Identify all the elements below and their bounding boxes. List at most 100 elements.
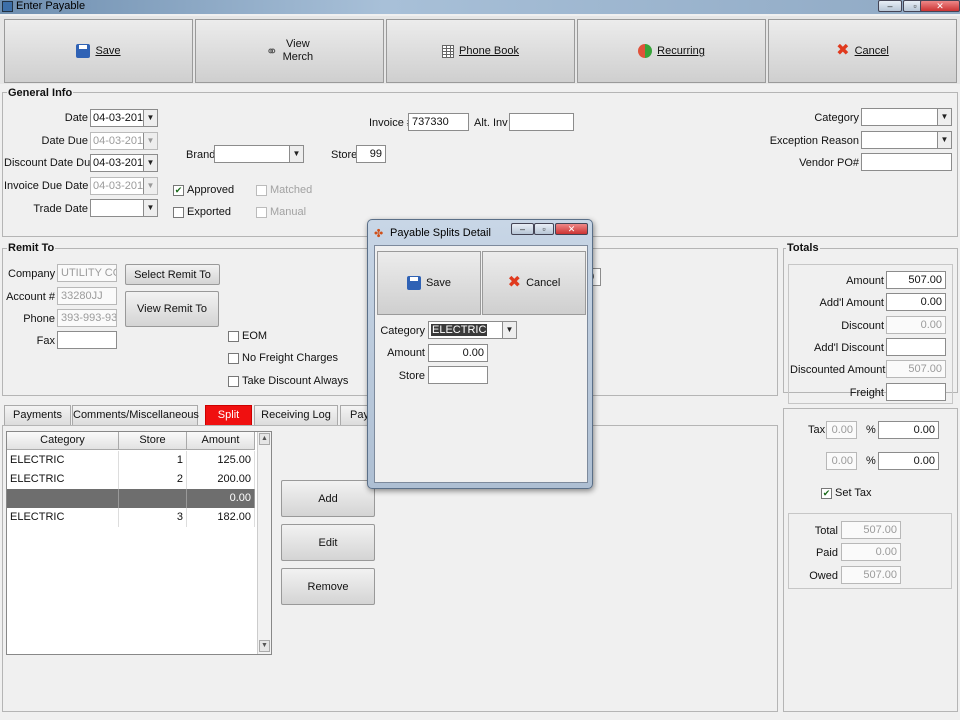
chevron-down-icon[interactable]: ▼ bbox=[289, 146, 303, 162]
store-field[interactable]: 99 bbox=[356, 145, 386, 163]
chevron-down-icon[interactable]: ▼ bbox=[937, 132, 951, 148]
addl-amount-field[interactable]: 0.00 bbox=[886, 293, 946, 311]
total-field[interactable]: 507.00 bbox=[841, 521, 901, 539]
addl-discount-field[interactable] bbox=[886, 338, 946, 356]
eom-checkbox[interactable]: EOM bbox=[228, 330, 267, 342]
fax-label: Fax bbox=[36, 335, 55, 347]
chevron-down-icon[interactable]: ▼ bbox=[143, 133, 157, 149]
chevron-down-icon[interactable]: ▼ bbox=[502, 322, 516, 338]
split-grid[interactable]: Category Store Amount ELECTRIC 1 125.00 … bbox=[6, 431, 272, 655]
total-label: Total bbox=[814, 525, 838, 537]
freight-field[interactable] bbox=[886, 383, 946, 401]
invoice-due-date-picker[interactable]: 04-03-2012 ▼ bbox=[90, 177, 158, 195]
checkbox-box bbox=[256, 206, 267, 218]
company-field[interactable]: UTILITY COM bbox=[57, 264, 117, 282]
vendor-po-field[interactable] bbox=[861, 153, 952, 171]
trade-date-label: Trade Date bbox=[33, 203, 88, 215]
chevron-down-icon[interactable]: ▼ bbox=[143, 110, 157, 126]
chevron-down-icon[interactable]: ▼ bbox=[143, 155, 157, 171]
edit-split-button[interactable]: Edit bbox=[281, 524, 375, 561]
tax-percent-label-1: % bbox=[866, 424, 876, 436]
paid-field[interactable]: 0.00 bbox=[841, 543, 901, 561]
account-label: Account # bbox=[6, 291, 55, 303]
view-merch-label-line1: View bbox=[286, 38, 310, 50]
phone-field[interactable]: 393-993-932 bbox=[57, 309, 117, 327]
phone-book-icon bbox=[442, 44, 455, 58]
addl-amount-label: Add'l Amount bbox=[819, 297, 884, 309]
exported-checkbox[interactable]: Exported bbox=[173, 206, 231, 218]
cancel-button[interactable]: ✖ Cancel bbox=[768, 19, 957, 83]
amount-field[interactable]: 507.00 bbox=[886, 271, 946, 289]
tab-comments-miscellaneous[interactable]: Comments/Miscellaneous bbox=[72, 405, 199, 425]
remit-to-title: Remit To bbox=[7, 242, 56, 254]
discount-field[interactable]: 0.00 bbox=[886, 316, 946, 334]
take-discount-always-checkbox[interactable]: Take Discount Always bbox=[228, 375, 348, 387]
date-due-picker[interactable]: 04-03-2012 ▼ bbox=[90, 132, 158, 150]
cancel-button-label: Cancel bbox=[854, 45, 889, 57]
set-tax-checkbox[interactable]: ✔ Set Tax bbox=[821, 487, 872, 499]
dialog-save-button[interactable]: Save bbox=[377, 251, 481, 315]
category-select[interactable]: ▼ bbox=[861, 108, 952, 126]
row-category: ELECTRIC bbox=[7, 470, 119, 489]
grid-header-store[interactable]: Store bbox=[119, 432, 187, 450]
grid-vertical-scrollbar[interactable]: ▲ ▼ bbox=[257, 432, 271, 654]
tax-value-field-1[interactable]: 0.00 bbox=[878, 421, 939, 439]
select-remit-to-button[interactable]: Select Remit To bbox=[125, 264, 220, 285]
row-amount: 182.00 bbox=[187, 508, 255, 527]
phone-book-button[interactable]: Phone Book bbox=[386, 19, 575, 83]
save-button[interactable]: Save bbox=[4, 19, 193, 83]
chevron-down-icon[interactable]: ▼ bbox=[143, 200, 157, 216]
chevron-down-icon[interactable]: ▼ bbox=[143, 178, 157, 194]
grid-header-amount[interactable]: Amount bbox=[187, 432, 255, 450]
grid-header-category[interactable]: Category bbox=[7, 432, 119, 450]
discount-date-due-picker[interactable]: 04-03-2012 ▼ bbox=[90, 154, 158, 172]
brand-select[interactable]: ▼ bbox=[214, 145, 304, 163]
invoice-number-field[interactable]: 737330 bbox=[408, 113, 469, 131]
matched-checkbox[interactable]: Matched bbox=[256, 184, 312, 196]
tax-value-field-2[interactable]: 0.00 bbox=[878, 452, 939, 470]
no-freight-charges-checkbox[interactable]: No Freight Charges bbox=[228, 352, 338, 364]
row-amount: 200.00 bbox=[187, 470, 255, 489]
dialog-maximize-button[interactable]: ▫ bbox=[534, 223, 554, 235]
date-picker[interactable]: 04-03-2012 ▼ bbox=[90, 109, 158, 127]
view-remit-to-button[interactable]: View Remit To bbox=[125, 291, 219, 327]
discount-date-due-label: Discount Date Due bbox=[4, 157, 97, 169]
alt-invoice-field[interactable] bbox=[509, 113, 574, 131]
dialog-amount-field[interactable]: 0.00 bbox=[428, 344, 488, 362]
trade-date-picker[interactable]: ▼ bbox=[90, 199, 158, 217]
table-row-selected[interactable]: 0.00 bbox=[7, 489, 255, 508]
account-field[interactable]: 33280JJ bbox=[57, 287, 117, 305]
dialog-store-field[interactable] bbox=[428, 366, 488, 384]
dialog-category-select[interactable]: ELECTRIC ▼ bbox=[428, 321, 517, 339]
invoice-label: Invoice # bbox=[369, 117, 414, 129]
tax-rate-field-1[interactable]: 0.00 bbox=[826, 421, 857, 439]
tab-receiving-log[interactable]: Receiving Log bbox=[254, 405, 338, 425]
minimize-button[interactable]: – bbox=[878, 0, 902, 12]
add-split-button[interactable]: Add bbox=[281, 480, 375, 517]
row-amount: 125.00 bbox=[187, 451, 255, 470]
tab-payments[interactable]: Payments bbox=[4, 405, 71, 425]
view-merch-button[interactable]: ⚭ View Merch bbox=[195, 19, 384, 83]
scroll-down-icon[interactable]: ▼ bbox=[259, 640, 270, 652]
remove-split-button[interactable]: Remove bbox=[281, 568, 375, 605]
tab-split[interactable]: Split bbox=[205, 405, 252, 425]
row-store: 2 bbox=[119, 470, 187, 489]
table-row[interactable]: ELECTRIC 1 125.00 bbox=[7, 451, 255, 470]
dialog-minimize-button[interactable]: – bbox=[511, 223, 534, 235]
manual-checkbox[interactable]: Manual bbox=[256, 206, 306, 218]
dialog-cancel-button[interactable]: ✖ Cancel bbox=[482, 251, 586, 315]
tab-payables[interactable]: Paya bbox=[340, 405, 375, 425]
table-row[interactable]: ELECTRIC 2 200.00 bbox=[7, 470, 255, 489]
tax-rate-field-2[interactable]: 0.00 bbox=[826, 452, 857, 470]
owed-field[interactable]: 507.00 bbox=[841, 566, 901, 584]
approved-checkbox[interactable]: ✔ Approved bbox=[173, 184, 234, 196]
close-window-button[interactable]: ✕ bbox=[920, 0, 960, 12]
table-row[interactable]: ELECTRIC 3 182.00 bbox=[7, 508, 255, 527]
dialog-close-button[interactable]: ✕ bbox=[555, 223, 588, 235]
fax-field[interactable] bbox=[57, 331, 117, 349]
scroll-up-icon[interactable]: ▲ bbox=[259, 433, 270, 445]
exception-reason-select[interactable]: ▼ bbox=[861, 131, 952, 149]
chevron-down-icon[interactable]: ▼ bbox=[937, 109, 951, 125]
discounted-amount-field[interactable]: 507.00 bbox=[886, 360, 946, 378]
recurring-button[interactable]: Recurring bbox=[577, 19, 766, 83]
